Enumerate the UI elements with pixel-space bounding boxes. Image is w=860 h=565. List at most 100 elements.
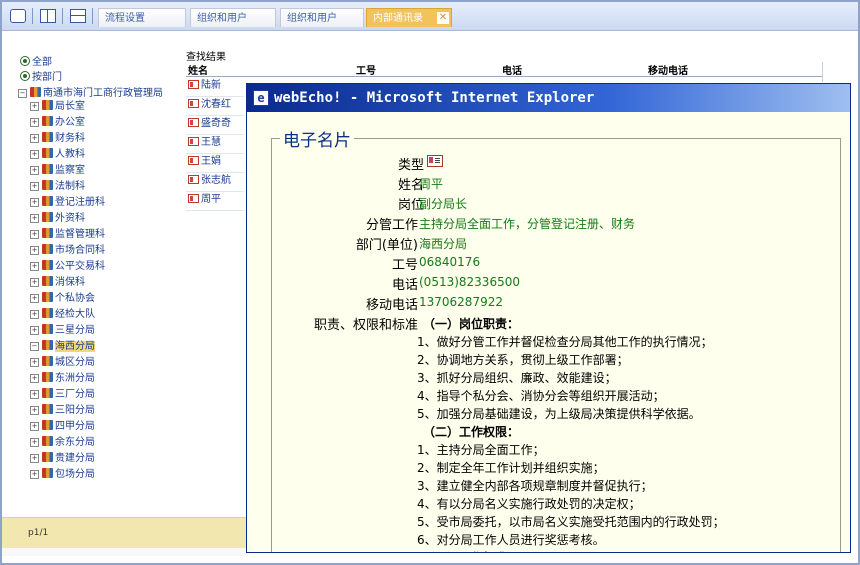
row-divider [186, 210, 244, 211]
contact-card-icon[interactable] [188, 175, 199, 184]
contact-card-icon[interactable] [188, 194, 199, 203]
tree-node[interactable]: + 三厂分局 [30, 388, 95, 401]
tree-node[interactable]: + 个私协会 [30, 292, 95, 305]
expand-icon[interactable]: + [30, 438, 39, 447]
result-name[interactable]: 沈春红 [201, 99, 231, 110]
duty-heading: （二）工作权限： [423, 425, 520, 439]
expand-icon[interactable]: + [30, 374, 39, 383]
expand-icon[interactable]: + [30, 246, 39, 255]
contact-card-icon[interactable] [188, 99, 199, 108]
tree-root[interactable]: − 南通市海门工商行政管理局 [18, 84, 163, 99]
result-name[interactable]: 陆新 [201, 80, 221, 91]
tree-node[interactable]: + 四甲分局 [30, 420, 95, 433]
radio-all[interactable]: 全部 [20, 53, 52, 68]
department-icon [42, 436, 53, 446]
expand-icon[interactable]: − [30, 342, 39, 351]
contact-card-icon[interactable] [188, 137, 199, 146]
result-row[interactable]: 王慧 [188, 135, 221, 151]
result-name[interactable]: 盛奇奇 [201, 118, 231, 129]
duty-item: 2、协调地方关系，贯彻上级工作部署； [417, 353, 629, 367]
contact-card-icon[interactable] [188, 156, 199, 165]
tree-node[interactable]: + 东洲分局 [30, 372, 95, 385]
contact-card-icon[interactable] [188, 80, 199, 89]
result-row[interactable]: 盛奇奇 [188, 116, 231, 132]
result-name[interactable]: 张志航 [201, 175, 231, 186]
tree-node[interactable]: + 人教科 [30, 148, 85, 161]
radio-by-dept[interactable]: 按部门 [20, 68, 62, 83]
expand-icon[interactable]: + [30, 118, 39, 127]
tab-internal-directory[interactable]: 内部通讯录 ✕ [366, 8, 452, 27]
contact-card-icon[interactable] [188, 118, 199, 127]
department-icon [42, 452, 53, 462]
expand-icon[interactable]: + [30, 294, 39, 303]
tree-node[interactable]: + 消保科 [30, 276, 85, 289]
results-scrollbar[interactable] [822, 62, 837, 82]
result-row[interactable]: 陆新 [188, 78, 221, 94]
tree-node[interactable]: + 办公室 [30, 116, 85, 129]
tree-node[interactable]: + 三阳分局 [30, 404, 95, 417]
tree-root-label: 南通市海门工商行政管理局 [43, 88, 163, 99]
tree-node[interactable]: + 局长室 [30, 100, 85, 113]
department-icon [42, 292, 53, 302]
department-icon [42, 132, 53, 142]
result-name[interactable]: 王慧 [201, 137, 221, 148]
tab-process-settings[interactable]: 流程设置 [98, 8, 186, 27]
duty-item: 5、受市局委托，以市局名义实施受托范围内的行政处罚； [417, 515, 725, 529]
expand-icon[interactable]: + [30, 230, 39, 239]
tree-node[interactable]: + 市场合同科 [30, 244, 105, 257]
tree-node[interactable]: + 登记注册科 [30, 196, 105, 209]
tree-node[interactable]: + 监督管理科 [30, 228, 105, 241]
expand-icon[interactable]: + [30, 326, 39, 335]
expand-icon[interactable]: + [30, 278, 39, 287]
mobile-value: 13706287922 [419, 295, 503, 309]
expand-icon[interactable]: + [30, 134, 39, 143]
tree-node-label: 监督管理科 [55, 229, 105, 240]
tab-org-users-2[interactable]: 组织和用户 [280, 8, 364, 27]
duty-item: 5、加强分局基础建设，为上级局决策提供科学依据。 [417, 407, 701, 421]
expand-icon[interactable]: + [30, 390, 39, 399]
expand-icon[interactable]: + [30, 198, 39, 207]
tab-org-users-1[interactable]: 组织和用户 [190, 8, 276, 27]
expand-icon[interactable]: + [30, 406, 39, 415]
tree-node[interactable]: + 公平交易科 [30, 260, 105, 273]
expand-icon[interactable]: + [30, 358, 39, 367]
two-pane-icon[interactable] [40, 9, 56, 23]
result-row[interactable]: 周平 [188, 192, 221, 208]
tree-node[interactable]: + 余东分局 [30, 436, 95, 449]
result-row[interactable]: 张志航 [188, 173, 231, 189]
expand-icon[interactable]: + [30, 310, 39, 319]
expand-icon[interactable]: + [30, 422, 39, 431]
tree-node[interactable]: + 城区分局 [30, 356, 95, 369]
result-row[interactable]: 王娟 [188, 154, 221, 170]
expand-icon[interactable]: + [30, 214, 39, 223]
tree-node[interactable]: − 海西分局 [30, 340, 95, 353]
charge-value: 主持分局全面工作，分管登记注册、财务 [419, 217, 636, 231]
radio-icon [20, 56, 30, 66]
refresh-icon[interactable] [10, 9, 26, 23]
split-pane-icon[interactable] [70, 9, 86, 23]
tree-node[interactable]: + 经检大队 [30, 308, 95, 321]
result-name[interactable]: 周平 [201, 194, 221, 205]
result-row[interactable]: 沈春红 [188, 97, 231, 113]
dialog-title-bar[interactable]: e webEcho! - Microsoft Internet Explorer [247, 84, 850, 112]
expand-icon[interactable]: + [30, 102, 39, 111]
contact-card-icon [427, 155, 443, 167]
tree-node[interactable]: + 法制科 [30, 180, 85, 193]
tree-node-label: 贵建分局 [55, 453, 95, 464]
expand-icon[interactable]: + [30, 182, 39, 191]
expand-icon[interactable]: + [30, 150, 39, 159]
top-tab-bar: 流程设置 组织和用户 组织和用户 内部通讯录 ✕ [2, 2, 858, 31]
tree-node[interactable]: + 监察室 [30, 164, 85, 177]
collapse-icon[interactable]: − [18, 89, 27, 98]
expand-icon[interactable]: + [30, 470, 39, 479]
expand-icon[interactable]: + [30, 454, 39, 463]
expand-icon[interactable]: + [30, 262, 39, 271]
tree-node[interactable]: + 三星分局 [30, 324, 95, 337]
expand-icon[interactable]: + [30, 166, 39, 175]
tree-node[interactable]: + 贵建分局 [30, 452, 95, 465]
result-name[interactable]: 王娟 [201, 156, 221, 167]
tree-node[interactable]: + 包场分局 [30, 468, 95, 481]
close-icon[interactable]: ✕ [437, 12, 449, 24]
tree-node[interactable]: + 财务科 [30, 132, 85, 145]
tree-node[interactable]: + 外资科 [30, 212, 85, 225]
